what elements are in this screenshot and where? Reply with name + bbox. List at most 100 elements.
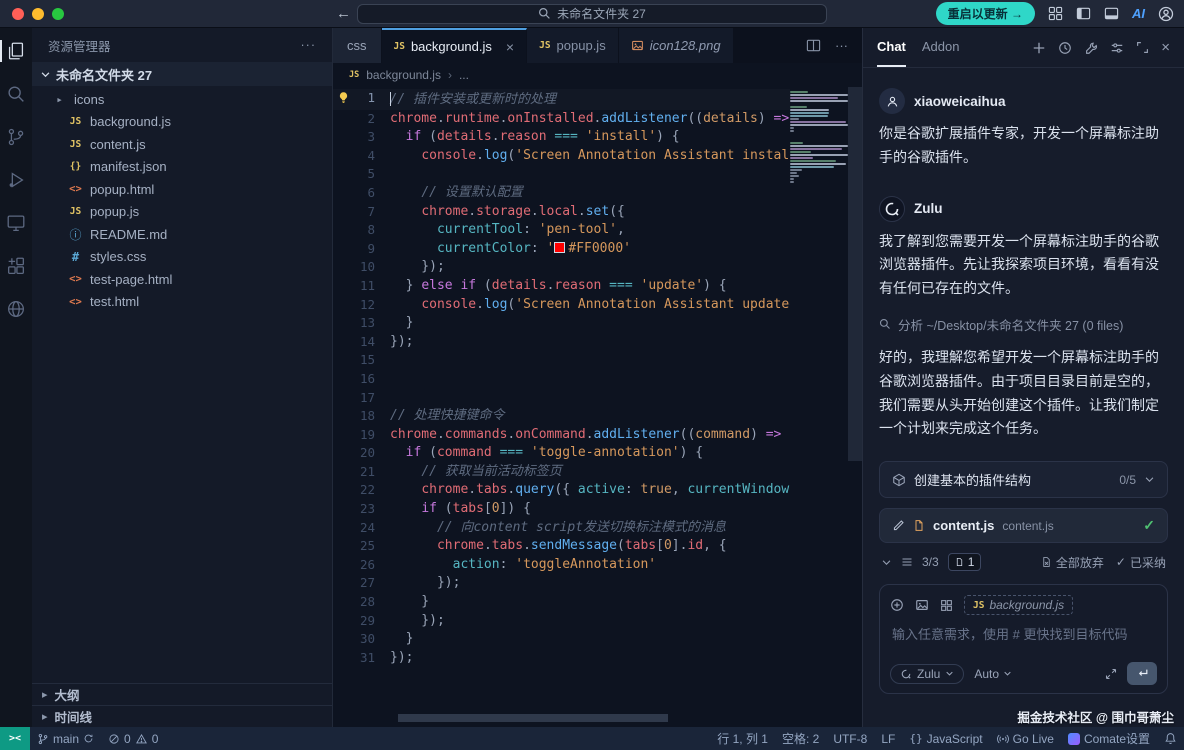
more-actions-icon[interactable]: ··· [835, 38, 848, 53]
code-line[interactable]: 9 currentColor: '#FF0000' [333, 240, 790, 259]
toggle-panel-icon[interactable] [1104, 6, 1119, 21]
vertical-scrollbar[interactable] [848, 87, 862, 461]
add-context-icon[interactable] [890, 598, 904, 612]
code-line[interactable]: 26 action: 'toggleAnnotation' [333, 556, 790, 575]
restart-to-update-button[interactable]: 重启以更新 → [936, 2, 1035, 25]
comate-settings-button[interactable]: Comate设置 [1061, 727, 1157, 750]
tree-item-README.md[interactable]: ⓘREADME.md [32, 223, 332, 246]
expand-panel-icon[interactable] [1136, 41, 1149, 54]
remote-explorer-icon[interactable] [0, 212, 32, 234]
tree-item-content.js[interactable]: JScontent.js [32, 133, 332, 156]
chevron-down-icon[interactable] [881, 557, 892, 568]
code-line[interactable]: 18// 处理快捷键命令 [333, 407, 790, 426]
horizontal-scrollbar[interactable] [398, 714, 668, 722]
analysis-row[interactable]: 分析 ~/Desktop/未命名文件夹 27 (0 files) [879, 315, 1168, 334]
close-panel-icon[interactable]: × [1161, 39, 1170, 56]
code-line[interactable]: 29 }); [333, 612, 790, 631]
code-line[interactable]: 17 [333, 389, 790, 408]
mode-selector[interactable]: Auto [974, 667, 1012, 681]
toggle-sidebar-icon[interactable] [1076, 6, 1091, 21]
code-line[interactable]: 22 chrome.tabs.query({ active: true, cur… [333, 481, 790, 500]
code-line[interactable]: 10 }); [333, 258, 790, 277]
new-chat-icon[interactable] [1032, 41, 1046, 55]
minimap[interactable] [790, 91, 848, 184]
more-actions-icon[interactable]: ··· [301, 38, 317, 52]
code-editor[interactable]: 1// 插件安装或更新时的处理2chrome.runtime.onInstall… [333, 87, 862, 727]
source-control-icon[interactable] [0, 126, 32, 148]
problems-item[interactable]: 0 0 [101, 727, 165, 750]
code-line[interactable]: 14}); [333, 333, 790, 352]
run-debug-icon[interactable] [0, 169, 32, 191]
outline-section[interactable]: ▸ 大纲 [32, 683, 332, 705]
cursor-position[interactable]: 行 1, 列 1 [710, 727, 775, 750]
code-line[interactable]: 21 // 获取当前活动标签页 [333, 463, 790, 482]
tree-item-icons[interactable]: ▸icons [32, 88, 332, 111]
search-icon[interactable] [0, 83, 32, 105]
tools-icon[interactable] [1084, 41, 1098, 55]
code-line[interactable]: 24 // 向content script发送切换标注模式的消息 [333, 519, 790, 538]
code-line[interactable]: 5 [333, 165, 790, 184]
code-line[interactable]: 15 [333, 351, 790, 370]
tab-addon[interactable]: Addon [922, 28, 960, 67]
ai-features-icon[interactable]: AI [1132, 6, 1145, 21]
grid-layout-icon[interactable] [1048, 6, 1063, 21]
code-line[interactable]: 30 } [333, 630, 790, 649]
code-line[interactable]: 31}); [333, 649, 790, 668]
discard-all-button[interactable]: 全部放弃 [1041, 554, 1104, 571]
code-line[interactable]: 12 console.log('Screen Annotation Assist… [333, 296, 790, 315]
code-line[interactable]: 23 if (tabs[0]) { [333, 500, 790, 519]
language-mode[interactable]: {} JavaScript [902, 727, 989, 750]
split-editor-icon[interactable] [806, 38, 821, 53]
code-line[interactable]: 16 [333, 370, 790, 389]
close-window-button[interactable] [12, 8, 24, 20]
file-edit-card[interactable]: content.js content.js ✓ [879, 508, 1168, 543]
attach-image-icon[interactable] [915, 598, 929, 612]
workspace-root-row[interactable]: 未命名文件夹 27 [32, 62, 332, 86]
code-line[interactable]: 20 if (command === 'toggle-annotation') … [333, 444, 790, 463]
tab-icon128-png[interactable]: icon128.png [619, 28, 734, 63]
breadcrumb[interactable]: JS background.js › ... [333, 63, 862, 87]
code-line[interactable]: 1// 插件安装或更新时的处理 [333, 89, 790, 110]
code-line[interactable]: 8 currentTool: 'pen-tool', [333, 221, 790, 240]
tree-item-background.js[interactable]: JSbackground.js [32, 111, 332, 134]
tab-popup-js[interactable]: JS popup.js [527, 28, 619, 63]
chat-input[interactable] [892, 627, 1159, 642]
context-file-chip[interactable]: JS background.js [964, 595, 1073, 615]
code-line[interactable]: 25 chrome.tabs.sendMessage(tabs[0].id, { [333, 537, 790, 556]
history-icon[interactable] [1058, 41, 1072, 55]
extensions-icon[interactable] [0, 255, 32, 277]
tree-item-test-page.html[interactable]: <>test-page.html [32, 268, 332, 291]
code-line[interactable]: 6 // 设置默认配置 [333, 184, 790, 203]
code-line[interactable]: 27 }); [333, 574, 790, 593]
navigate-back-icon[interactable]: ← [336, 5, 351, 22]
code-line[interactable]: 28 } [333, 593, 790, 612]
tab-background-js[interactable]: JS background.js × [382, 28, 528, 63]
account-icon[interactable] [1158, 6, 1174, 22]
tree-item-popup.js[interactable]: JSpopup.js [32, 201, 332, 224]
code-line[interactable]: 13 } [333, 314, 790, 333]
git-branch-item[interactable]: main [30, 727, 101, 750]
code-line[interactable]: 7 chrome.storage.local.set({ [333, 203, 790, 222]
code-line[interactable]: 4 console.log('Screen Annotation Assista… [333, 147, 790, 166]
minimize-window-button[interactable] [32, 8, 44, 20]
explorer-icon[interactable] [0, 40, 32, 62]
code-line[interactable]: 2chrome.runtime.onInstalled.addListener(… [333, 110, 790, 129]
code-line[interactable]: 11 } else if (details.reason === 'update… [333, 277, 790, 296]
send-button[interactable] [1127, 662, 1157, 685]
go-live-button[interactable]: Go Live [990, 727, 1061, 750]
accepted-button[interactable]: ✓ 已采纳 [1116, 554, 1166, 571]
close-tab-icon[interactable]: × [506, 39, 514, 55]
tree-item-styles.css[interactable]: #styles.css [32, 246, 332, 269]
tree-item-test.html[interactable]: <>test.html [32, 291, 332, 314]
tab-chat[interactable]: Chat [877, 28, 906, 67]
notifications-bell[interactable] [1157, 727, 1184, 750]
live-preview-icon[interactable] [0, 298, 32, 320]
grid-icon[interactable] [940, 599, 953, 612]
tree-item-popup.html[interactable]: <>popup.html [32, 178, 332, 201]
indentation[interactable]: 空格: 2 [775, 727, 826, 750]
model-selector[interactable]: Zulu [890, 664, 964, 684]
encoding[interactable]: UTF-8 [826, 727, 874, 750]
sliders-icon[interactable] [1110, 41, 1124, 55]
command-center-search[interactable]: 未命名文件夹 27 [357, 4, 827, 24]
plan-card[interactable]: 创建基本的插件结构 0/5 [879, 461, 1168, 498]
